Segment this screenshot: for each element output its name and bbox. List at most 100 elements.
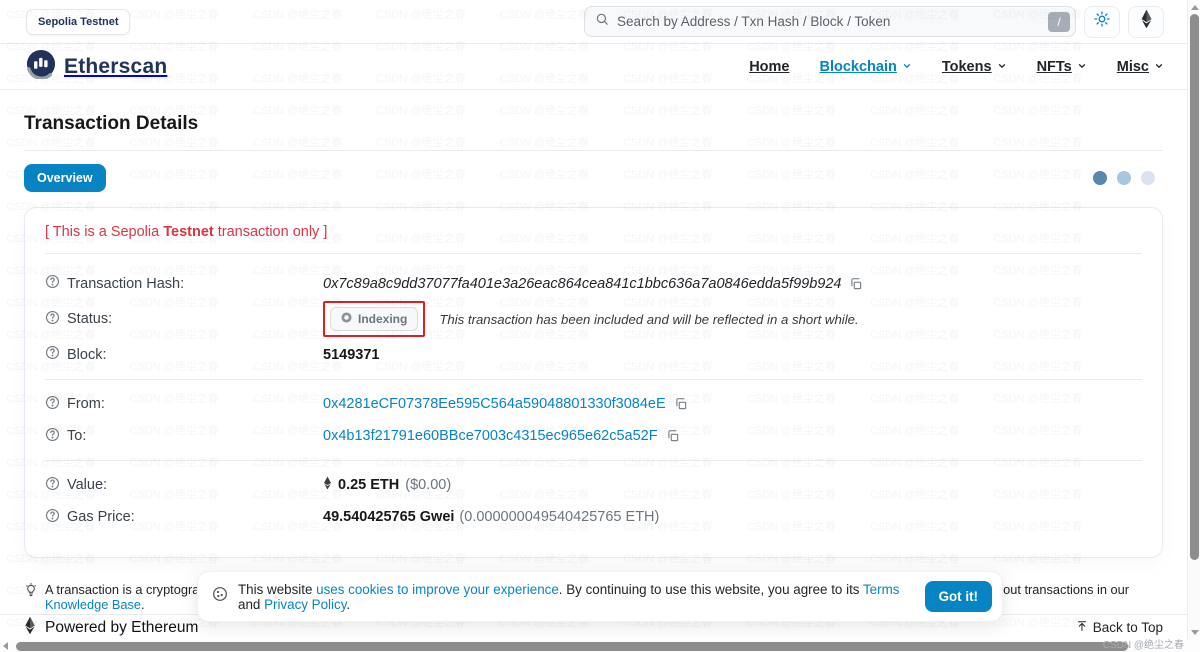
back-to-top-link[interactable]: Back to Top [1076, 620, 1163, 635]
status-highlight-box: Indexing [323, 301, 425, 337]
indexing-spinner-icon [341, 312, 352, 326]
row-label: Value: [67, 477, 107, 493]
from-address-link[interactable]: 0x4281eCF07378Ee595C564a59048801330f3084… [323, 396, 666, 412]
help-icon[interactable] [45, 476, 60, 495]
transaction-hash: 0x7c89a8c9dd37077fa401e3a26eac864cea841c… [323, 276, 841, 292]
lightbulb-icon [24, 583, 38, 600]
help-icon[interactable] [45, 508, 60, 527]
chevron-down-icon [1154, 59, 1164, 75]
block-number[interactable]: 5149371 [323, 347, 379, 363]
help-icon[interactable] [45, 395, 60, 414]
notice-text: [ This is a Sepolia [45, 224, 163, 240]
scroll-up-arrow[interactable] [1191, 5, 1199, 10]
row-label: Gas Price: [67, 509, 135, 525]
theme-toggle-button[interactable] [1084, 6, 1120, 38]
arrow-up-icon [1076, 620, 1088, 635]
etherscan-logo-icon [26, 49, 56, 84]
network-badge[interactable]: Sepolia Testnet [26, 9, 130, 35]
knowledge-base-link[interactable]: Knowledge Base [45, 597, 141, 612]
vertical-scrollbar[interactable] [1187, 0, 1200, 640]
transaction-card: [ This is a Sepolia Testnet transaction … [24, 207, 1163, 558]
value-amount: 0.25 ETH [338, 477, 399, 493]
cookie-policy-link[interactable]: uses cookies to improve your experience [316, 582, 559, 597]
tx-row-status: Status: Indexing This transaction has be… [45, 300, 1142, 338]
horizontal-scrollbar[interactable] [0, 640, 1200, 652]
ethereum-icon [323, 476, 332, 494]
cookie-text: . [346, 597, 350, 612]
copy-icon[interactable] [666, 429, 680, 443]
help-icon[interactable] [45, 310, 60, 329]
back-to-top-label: Back to Top [1093, 620, 1163, 635]
privacy-policy-link[interactable]: Privacy Policy [264, 597, 346, 612]
gas-price-gwei: 49.540425765 Gwei [323, 509, 454, 525]
main-nav: Home Blockchain Tokens NFTs Misc [749, 59, 1164, 75]
powered-by-ethereum-link[interactable]: Powered by Ethereum [24, 616, 198, 640]
tx-row-gas-price: Gas Price: 49.540425765 Gwei (0.00000004… [45, 501, 1142, 533]
row-label: From: [67, 396, 105, 412]
nav-item-misc[interactable]: Misc [1117, 59, 1164, 75]
cookie-accept-button[interactable]: Got it! [925, 581, 992, 612]
terms-link[interactable]: Terms [863, 582, 899, 597]
network-menu-button[interactable] [1128, 6, 1164, 38]
nav-label: Blockchain [820, 59, 897, 75]
vertical-scroll-thumb[interactable] [1190, 14, 1199, 560]
nav-label: Home [749, 59, 789, 75]
watermark: CSDN @绝尘之春 [1103, 636, 1184, 651]
chevron-down-icon [1077, 59, 1087, 75]
row-label: To: [67, 428, 86, 444]
status-badge-label: Indexing [358, 312, 407, 326]
tip-text: . [141, 597, 145, 612]
help-icon[interactable] [45, 345, 60, 364]
status-note: This transaction has been included and w… [439, 312, 858, 327]
ethereum-icon [24, 616, 36, 640]
nav-label: Misc [1117, 59, 1149, 75]
divider [24, 150, 1163, 151]
brand-name: Etherscan [64, 55, 167, 79]
help-icon[interactable] [45, 274, 60, 293]
cookie-text: This website [238, 582, 316, 597]
value-usd: ($0.00) [405, 477, 451, 493]
search-input[interactable] [609, 14, 1048, 29]
copy-icon[interactable] [674, 397, 688, 411]
cookie-text: . By continuing to use this website, you… [559, 582, 863, 597]
nav-label: Tokens [942, 59, 992, 75]
cookie-banner: This website uses cookies to improve you… [197, 571, 1003, 622]
loading-dots [1093, 171, 1155, 185]
divider [45, 253, 1142, 254]
dot [1093, 171, 1107, 185]
divider [45, 460, 1142, 461]
tx-row-hash: Transaction Hash: 0x7c89a8c9dd37077fa401… [45, 267, 1142, 300]
to-address-link[interactable]: 0x4b13f21791e60BBce7003c4315ec965e62c5a5… [323, 428, 658, 444]
horizontal-scroll-thumb[interactable] [16, 642, 1128, 651]
scroll-down-arrow[interactable] [1191, 630, 1199, 635]
etherscan-logo[interactable]: Etherscan [26, 49, 167, 84]
page-title: Transaction Details [24, 113, 1163, 135]
nav-item-tokens[interactable]: Tokens [942, 59, 1007, 75]
nav-bar: Etherscan Home Blockchain Tokens NFTs Mi… [0, 44, 1200, 90]
help-icon[interactable] [45, 427, 60, 446]
tx-row-to: To: 0x4b13f21791e60BBce7003c4315ec965e62… [45, 420, 1142, 452]
ethereum-icon [1140, 9, 1153, 34]
search-bar: / [584, 6, 1076, 37]
row-label: Status: [67, 311, 112, 327]
search-shortcut-key: / [1048, 12, 1070, 32]
tx-row-from: From: 0x4281eCF07378Ee595C564a5904880133… [45, 388, 1142, 420]
tx-row-block: Block: 5149371 [45, 338, 1142, 371]
status-badge: Indexing [330, 307, 418, 331]
scroll-left-arrow[interactable] [3, 642, 8, 650]
search-icon [595, 12, 609, 31]
nav-item-nfts[interactable]: NFTs [1037, 59, 1087, 75]
tabs-row: Overview [24, 164, 1163, 192]
row-label: Transaction Hash: [67, 276, 184, 292]
powered-by-label: Powered by Ethereum [45, 619, 198, 637]
tab-overview[interactable]: Overview [24, 164, 106, 192]
chevron-down-icon [997, 59, 1007, 75]
cookie-icon [212, 586, 228, 607]
copy-icon[interactable] [849, 277, 863, 291]
top-bar: Sepolia Testnet / [0, 0, 1200, 44]
nav-item-home[interactable]: Home [749, 59, 789, 75]
nav-item-blockchain[interactable]: Blockchain [820, 59, 912, 75]
top-bar-actions: / [584, 6, 1164, 38]
notice-text: transaction only ] [214, 224, 328, 240]
nav-label: NFTs [1037, 59, 1072, 75]
